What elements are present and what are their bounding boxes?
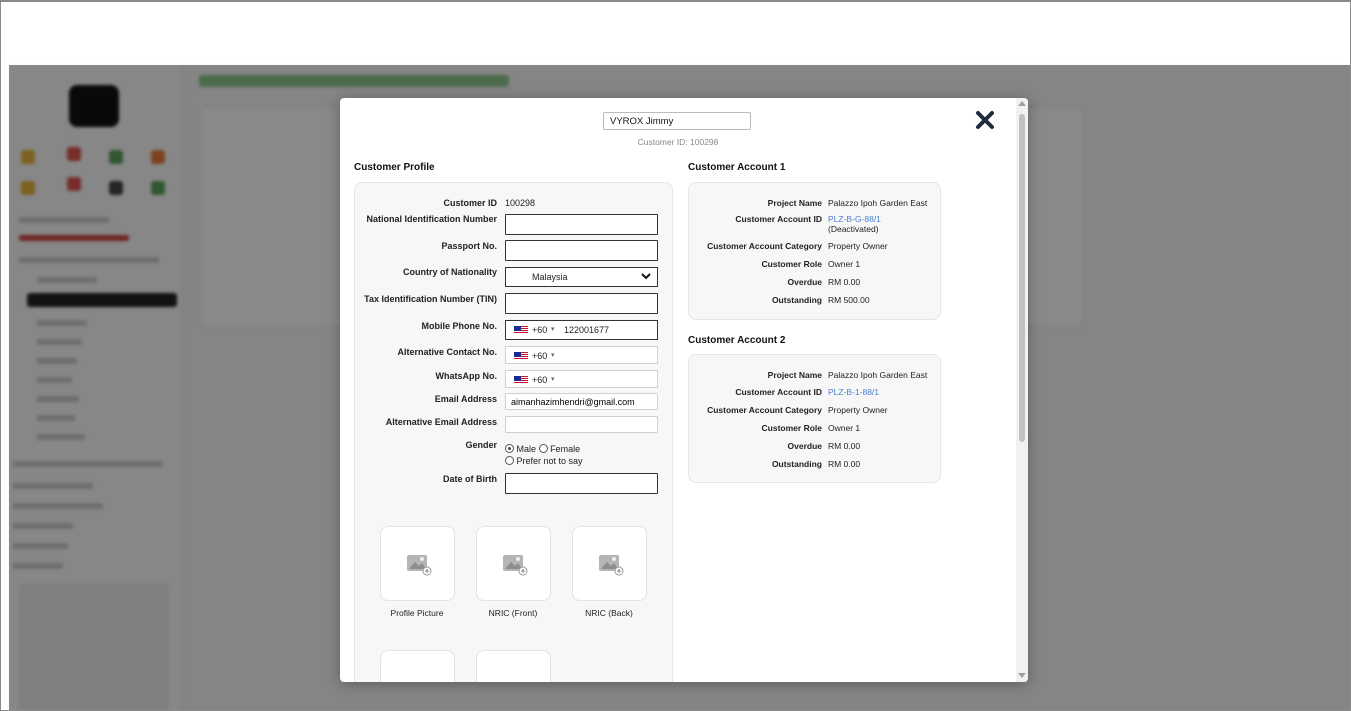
account-2-overdue-value: RM 0.00 xyxy=(828,441,861,451)
account-1-title: Customer Account 1 xyxy=(688,162,786,173)
image-placeholder-icon xyxy=(407,555,432,576)
account-1-outstanding-label: Outstanding xyxy=(771,295,822,305)
passport-input[interactable] xyxy=(505,240,658,261)
scroll-thumb[interactable] xyxy=(1019,114,1025,442)
gender-label: Gender xyxy=(465,440,497,450)
nric-front-upload[interactable] xyxy=(476,526,551,601)
close-icon xyxy=(976,111,994,129)
mobile-phone-input[interactable]: +60 ▾ 122001677 xyxy=(505,320,658,340)
account-1-box: Project Name Palazzo Ipoh Garden East Cu… xyxy=(688,182,941,320)
tin-label: Tax Identification Number (TIN) xyxy=(364,294,497,304)
whatsapp-label: WhatsApp No. xyxy=(435,371,498,381)
alt-email-label: Alternative Email Address xyxy=(385,417,497,427)
customer-detail-modal: Customer ID: 100298 Customer Profile Cus… xyxy=(340,98,1028,682)
tin-input[interactable] xyxy=(505,293,658,314)
gender-male-label: Male xyxy=(516,444,537,454)
image-placeholder-icon xyxy=(599,555,624,576)
profile-picture-label: Profile Picture xyxy=(390,608,444,618)
nationality-value: Malaysia xyxy=(532,272,568,282)
gender-female-label: Female xyxy=(550,444,581,454)
gender-other-label: Prefer not to say xyxy=(516,456,583,466)
account-1-id-link[interactable]: PLZ-B-G-88/1 xyxy=(828,214,881,224)
customer-id-caption: Customer ID: 100298 xyxy=(637,137,719,147)
account-1-category-value: Property Owner xyxy=(828,241,888,251)
customer-name-input[interactable] xyxy=(603,112,751,130)
alt-contact-input[interactable]: +60 ▾ xyxy=(505,346,658,364)
account-1-overdue-label: Overdue xyxy=(787,277,823,287)
account-1-outstanding-value: RM 500.00 xyxy=(828,295,870,305)
extra-upload-2[interactable] xyxy=(476,650,551,682)
account-1-project-value: Palazzo Ipoh Garden East xyxy=(828,198,928,208)
account-2-project-value: Palazzo Ipoh Garden East xyxy=(828,370,928,380)
dob-label: Date of Birth xyxy=(443,474,497,484)
mobile-label: Mobile Phone No. xyxy=(421,321,498,331)
caret-down-icon[interactable]: ▾ xyxy=(551,375,555,383)
caret-down-icon[interactable]: ▾ xyxy=(551,325,555,333)
account-2-box: Project Name Palazzo Ipoh Garden East Cu… xyxy=(688,354,941,483)
malaysia-flag-icon xyxy=(514,326,528,334)
customer-id-value: 100298 xyxy=(505,198,536,208)
scroll-up-arrow[interactable] xyxy=(1018,101,1026,106)
account-2-role-label: Customer Role xyxy=(761,423,822,433)
email-input[interactable] xyxy=(505,393,658,410)
account-2-category-label: Customer Account Category xyxy=(707,405,822,415)
account-1-status: (Deactivated) xyxy=(828,224,879,234)
account-2-category-value: Property Owner xyxy=(828,405,888,415)
image-placeholder-icon xyxy=(503,555,528,576)
modal-scrollbar[interactable] xyxy=(1016,98,1028,682)
account-2-title: Customer Account 2 xyxy=(688,335,786,346)
nationality-label: Country of Nationality xyxy=(403,267,497,277)
scroll-down-arrow[interactable] xyxy=(1018,673,1026,678)
dob-input[interactable] xyxy=(505,473,658,494)
customer-id-label: Customer ID xyxy=(443,198,497,208)
alt-contact-label: Alternative Contact No. xyxy=(397,347,497,357)
account-1-overdue-value: RM 0.00 xyxy=(828,277,861,287)
account-1-category-label: Customer Account Category xyxy=(707,241,822,251)
nationality-select[interactable]: Malaysia xyxy=(505,267,658,287)
nin-input[interactable] xyxy=(505,214,658,235)
chevron-down-icon xyxy=(641,273,651,280)
account-2-outstanding-label: Outstanding xyxy=(771,459,822,469)
passport-label: Passport No. xyxy=(441,241,497,251)
account-2-outstanding-value: RM 0.00 xyxy=(828,459,861,469)
dial-code: +60 xyxy=(532,351,548,361)
modal-content: Customer ID: 100298 Customer Profile Cus… xyxy=(340,98,1016,682)
extra-upload-1[interactable] xyxy=(380,650,455,682)
gender-male-radio[interactable] xyxy=(505,444,514,453)
account-2-id-label: Customer Account ID xyxy=(735,387,822,397)
account-2-id-link[interactable]: PLZ-B-1-88/1 xyxy=(828,387,879,397)
account-1-id-label: Customer Account ID xyxy=(735,214,822,224)
gender-radio-group: Male Female Prefer not to say xyxy=(505,444,583,466)
account-1-role-label: Customer Role xyxy=(761,259,822,269)
account-2-project-label: Project Name xyxy=(767,370,822,380)
account-1-role-value: Owner 1 xyxy=(828,259,861,269)
dial-code: +60 xyxy=(532,325,548,335)
nin-label: National Identification Number xyxy=(366,214,497,224)
close-button[interactable] xyxy=(973,108,997,132)
profile-picture-upload[interactable] xyxy=(380,526,455,601)
caret-down-icon[interactable]: ▾ xyxy=(551,351,555,359)
profile-box: Customer ID 100298 National Identificati… xyxy=(354,182,673,682)
nric-back-label: NRIC (Back) xyxy=(585,608,633,618)
alt-email-input[interactable] xyxy=(505,416,658,433)
malaysia-flag-icon xyxy=(514,376,528,384)
dial-code: +60 xyxy=(532,375,548,385)
whatsapp-input[interactable]: +60 ▾ xyxy=(505,370,658,388)
account-2-role-value: Owner 1 xyxy=(828,423,861,433)
nric-back-upload[interactable] xyxy=(572,526,647,601)
nric-front-label: NRIC (Front) xyxy=(488,608,538,618)
gender-other-radio[interactable] xyxy=(505,456,514,465)
email-label: Email Address xyxy=(434,394,497,404)
top-blank-strip xyxy=(1,2,1350,65)
profile-section-title: Customer Profile xyxy=(354,162,435,173)
account-1-project-label: Project Name xyxy=(767,198,822,208)
account-2-overdue-label: Overdue xyxy=(787,441,823,451)
mobile-number-value: 122001677 xyxy=(564,325,610,335)
gender-female-radio[interactable] xyxy=(538,444,548,453)
malaysia-flag-icon xyxy=(514,352,528,360)
